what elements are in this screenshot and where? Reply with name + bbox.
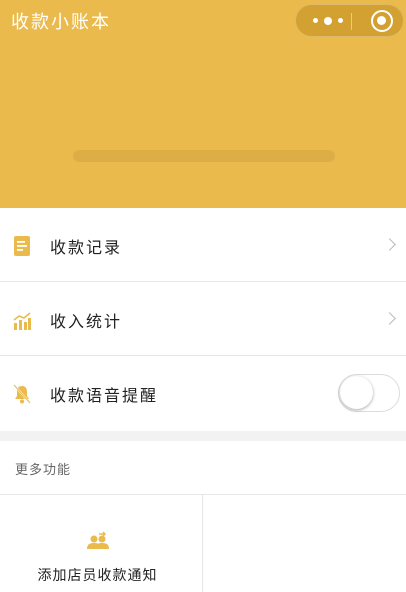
menu-item-income-stats[interactable]: 收入统计 xyxy=(0,282,406,356)
menu-list: 收款记录 收入统计 收款语音提醒 xyxy=(0,208,406,431)
staff-add-icon xyxy=(87,531,109,549)
chevron-right-icon xyxy=(383,238,396,251)
voice-reminder-toggle[interactable] xyxy=(338,374,400,412)
menu-item-payment-records[interactable]: 收款记录 xyxy=(0,208,406,282)
feature-label: 添加店员收款通知 xyxy=(37,568,158,584)
menu-item-label: 收款语音提醒 xyxy=(50,386,159,405)
target-circle-icon[interactable] xyxy=(371,10,393,32)
menu-item-label: 收入统计 xyxy=(50,312,123,331)
chevron-right-icon xyxy=(383,312,396,325)
more-features-section: 更多功能 添加店员收款通知 xyxy=(0,441,406,592)
bell-off-icon xyxy=(13,384,31,404)
bar-chart-icon xyxy=(13,312,31,330)
menu-item-label: 收款记录 xyxy=(50,238,123,257)
more-dots-icon[interactable] xyxy=(308,5,348,36)
document-icon xyxy=(14,236,30,256)
toggle-knob xyxy=(340,376,373,409)
header: 收款小账本 xyxy=(0,0,406,208)
header-placeholder-bar xyxy=(73,150,335,162)
section-title: 更多功能 xyxy=(15,463,72,478)
capsule-divider xyxy=(351,13,352,30)
feature-add-staff-notification[interactable]: 添加店员收款通知 xyxy=(0,495,203,592)
page-title: 收款小账本 xyxy=(11,12,111,33)
menu-item-voice-reminder: 收款语音提醒 xyxy=(0,356,406,431)
capsule-menu xyxy=(295,4,404,37)
feature-empty-cell xyxy=(204,495,406,592)
